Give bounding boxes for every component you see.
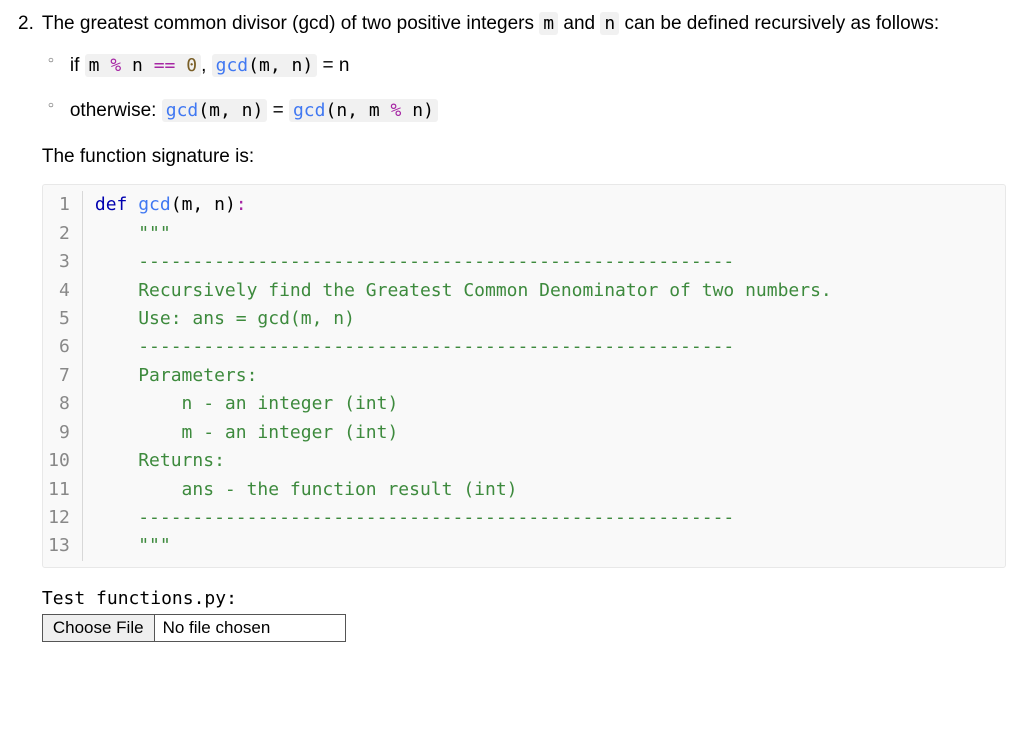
code-content: """ [83,532,171,560]
line-number: 1 [43,191,83,219]
line-number: 8 [43,390,83,418]
signature-label: The function signature is: [42,143,1006,171]
question-intro: The greatest common divisor (gcd) of two… [42,10,1006,38]
question-block: 2. The greatest common divisor (gcd) of … [18,10,1006,642]
inline-code-gcd-l: gcd(m, n) [162,99,268,122]
code-line: 11 ans - the function result (int) [43,476,1005,504]
bullet-mid: , [201,55,212,76]
file-upload-label: Test functions.py: [42,586,1006,612]
code-line: 9 m - an integer (int) [43,419,1005,447]
upload-label-file: functions.py [96,588,226,609]
code-content: Parameters: [83,362,258,390]
code-line: 7 Parameters: [43,362,1005,390]
line-number: 4 [43,277,83,305]
code-line: 2 """ [43,220,1005,248]
code-line: 1def gcd(m, n): [43,191,1005,219]
line-number: 12 [43,504,83,532]
line-number: 7 [43,362,83,390]
code-content: """ [83,220,171,248]
code-content: ----------------------------------------… [83,333,734,361]
bullet-prefix: otherwise: [70,100,162,121]
upload-label-post: : [226,588,237,609]
bullet-prefix: if [70,55,85,76]
code-content: n - an integer (int) [83,390,398,418]
intro-text-pre: The greatest common divisor (gcd) of two… [42,13,539,34]
bullet-assign: = [267,100,289,121]
intro-text-post: can be defined recursively as follows: [619,13,939,34]
code-block: 1def gcd(m, n):2 """3 ------------------… [42,184,1006,568]
file-upload-section: Test functions.py: Choose File No file c… [42,586,1006,642]
code-line: 13 """ [43,532,1005,560]
question-body: The greatest common divisor (gcd) of two… [42,10,1006,642]
line-number: 10 [43,447,83,475]
bullet-item-1: if m % n == 0, gcd(m, n) = n [70,52,1006,80]
line-number: 6 [43,333,83,361]
intro-text-mid: and [558,13,600,34]
file-status-text: No file chosen [155,615,345,641]
inline-code-gcd-r: gcd(n, m % n) [289,99,438,122]
code-content: Returns: [83,447,225,475]
file-chooser[interactable]: Choose File No file chosen [42,614,346,642]
inline-code-n: n [600,12,619,35]
code-line: 3 --------------------------------------… [43,248,1005,276]
line-number: 11 [43,476,83,504]
bullet-item-2: otherwise: gcd(m, n) = gcd(n, m % n) [70,97,1006,125]
code-content: m - an integer (int) [83,419,398,447]
code-content: ----------------------------------------… [83,248,734,276]
code-line: 12 -------------------------------------… [43,504,1005,532]
question-number: 2. [18,10,42,38]
line-number: 3 [43,248,83,276]
bullet-suffix: = n [317,55,349,76]
code-content: Recursively find the Greatest Common Den… [83,277,832,305]
bullet-list: if m % n == 0, gcd(m, n) = n otherwise: … [42,52,1006,125]
code-line: 6 --------------------------------------… [43,333,1005,361]
inline-code-cond: m % n == 0 [85,54,201,77]
line-number: 2 [43,220,83,248]
upload-label-pre: Test [42,588,96,609]
code-content: def gcd(m, n): [83,191,247,219]
code-line: 8 n - an integer (int) [43,390,1005,418]
inline-code-gcd1: gcd(m, n) [212,54,318,77]
line-number: 9 [43,419,83,447]
code-line: 5 Use: ans = gcd(m, n) [43,305,1005,333]
code-content: ans - the function result (int) [83,476,518,504]
code-content: Use: ans = gcd(m, n) [83,305,355,333]
choose-file-button[interactable]: Choose File [43,615,155,641]
line-number: 5 [43,305,83,333]
code-content: ----------------------------------------… [83,504,734,532]
code-line: 10 Returns: [43,447,1005,475]
inline-code-m: m [539,12,558,35]
line-number: 13 [43,532,83,560]
code-line: 4 Recursively find the Greatest Common D… [43,277,1005,305]
